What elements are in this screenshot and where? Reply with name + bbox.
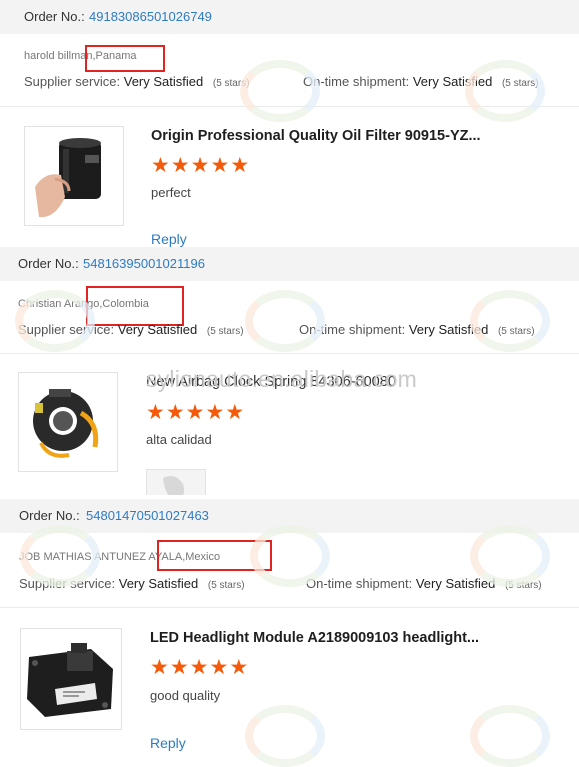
star-icon: ★ (225, 401, 245, 424)
star-icon: ★ (189, 656, 209, 679)
ontime-shipment-rating: On-time shipment: Very Satisfied (5 star… (306, 576, 542, 591)
star-rating: ★★★★★ (151, 155, 250, 177)
ontime-shipment-label: On-time shipment: (303, 74, 410, 89)
divider (0, 106, 579, 107)
product-title-link[interactable]: Origin Professional Quality Oil Filter 9… (151, 128, 481, 144)
ontime-shipment-rating: On-time shipment: Very Satisfied (5 star… (303, 74, 539, 89)
supplier-service-rating: Supplier service: Very Satisfied (5 star… (19, 576, 245, 591)
supplier-service-value: Very Satisfied (117, 322, 198, 337)
star-rating: ★★★★★ (150, 657, 249, 679)
supplier-service-label: Supplier service: (18, 322, 115, 337)
ontime-shipment-value: Very Satisfied (408, 322, 489, 337)
star-icon: ★ (146, 401, 165, 424)
order-no-label: Order No.: (24, 9, 85, 24)
reply-link[interactable]: Reply (150, 735, 186, 751)
supplier-service-label: Supplier service: (24, 74, 121, 89)
oil-filter-photo[interactable] (24, 126, 124, 226)
star-icon: ★ (209, 656, 229, 679)
review-comment: alta calidad (146, 432, 212, 447)
star-icon: ★ (205, 401, 225, 424)
reply-link[interactable]: Reply (151, 231, 187, 247)
supplier-service-rating: Supplier service: Very Satisfied (5 star… (24, 74, 250, 89)
highlight-box (86, 286, 184, 326)
divider (0, 353, 579, 354)
order-bar: Order No.: 54816395001021196 (0, 247, 579, 281)
ontime-shipment-stars: (5 stars) (504, 580, 542, 591)
order-no-label: Order No.: (18, 256, 79, 271)
supplier-service-stars: (5 stars) (207, 580, 245, 591)
star-icon: ★ (210, 154, 230, 177)
clock-spring-photo[interactable] (18, 372, 118, 472)
ontime-shipment-label: On-time shipment: (299, 322, 406, 337)
order-bar: Order No.: 49183086501026749 (0, 0, 579, 34)
ontime-shipment-value: Very Satisfied (412, 74, 493, 89)
headlight-module-photo[interactable] (20, 628, 122, 730)
order-no-label: Order No.: (19, 508, 80, 523)
order-number-link[interactable]: 54816395001021196 (83, 247, 205, 281)
ontime-shipment-value: Very Satisfied (415, 576, 496, 591)
star-rating: ★★★★★ (146, 402, 245, 424)
star-icon: ★ (150, 656, 169, 679)
review-card: Order No.: 54816395001021196 Christian A… (0, 247, 579, 495)
highlight-box (85, 45, 165, 72)
star-icon: ★ (170, 154, 190, 177)
star-icon: ★ (185, 401, 205, 424)
supplier-service-stars: (5 stars) (206, 326, 244, 337)
ontime-shipment-label: On-time shipment: (306, 576, 413, 591)
supplier-service-stars: (5 stars) (212, 78, 250, 89)
highlight-box (157, 540, 272, 571)
review-comment: good quality (150, 688, 221, 703)
star-icon: ★ (169, 656, 189, 679)
review-photo-thumbnail[interactable] (146, 469, 206, 495)
review-comment: perfect (151, 185, 191, 200)
star-icon: ★ (230, 154, 250, 177)
ontime-shipment-stars: (5 stars) (501, 78, 539, 89)
supplier-service-value: Very Satisfied (123, 74, 204, 89)
ontime-shipment-rating: On-time shipment: Very Satisfied (5 star… (299, 322, 535, 337)
star-icon: ★ (190, 154, 210, 177)
star-icon: ★ (229, 656, 249, 679)
review-card: Order No.: 49183086501026749 harold bill… (0, 0, 579, 248)
order-number-link[interactable]: 54801470501027463 (86, 499, 209, 533)
supplier-service-value: Very Satisfied (118, 576, 199, 591)
star-icon: ★ (165, 401, 185, 424)
supplier-service-label: Supplier service: (19, 576, 116, 591)
star-icon: ★ (151, 154, 170, 177)
order-bar: Order No.: 54801470501027463 (0, 499, 579, 533)
product-title-link[interactable]: LED Headlight Module A2189009103 headlig… (150, 630, 479, 646)
review-card: Order No.: 54801470501027463 JOB MATHIAS… (0, 499, 579, 763)
product-title-link[interactable]: New Airbag Clock Spring 84306-60080 (146, 374, 396, 390)
order-number-link[interactable]: 49183086501026749 (89, 0, 212, 34)
supplier-service-rating: Supplier service: Very Satisfied (5 star… (18, 322, 244, 337)
ontime-shipment-stars: (5 stars) (497, 326, 535, 337)
divider (0, 607, 579, 608)
